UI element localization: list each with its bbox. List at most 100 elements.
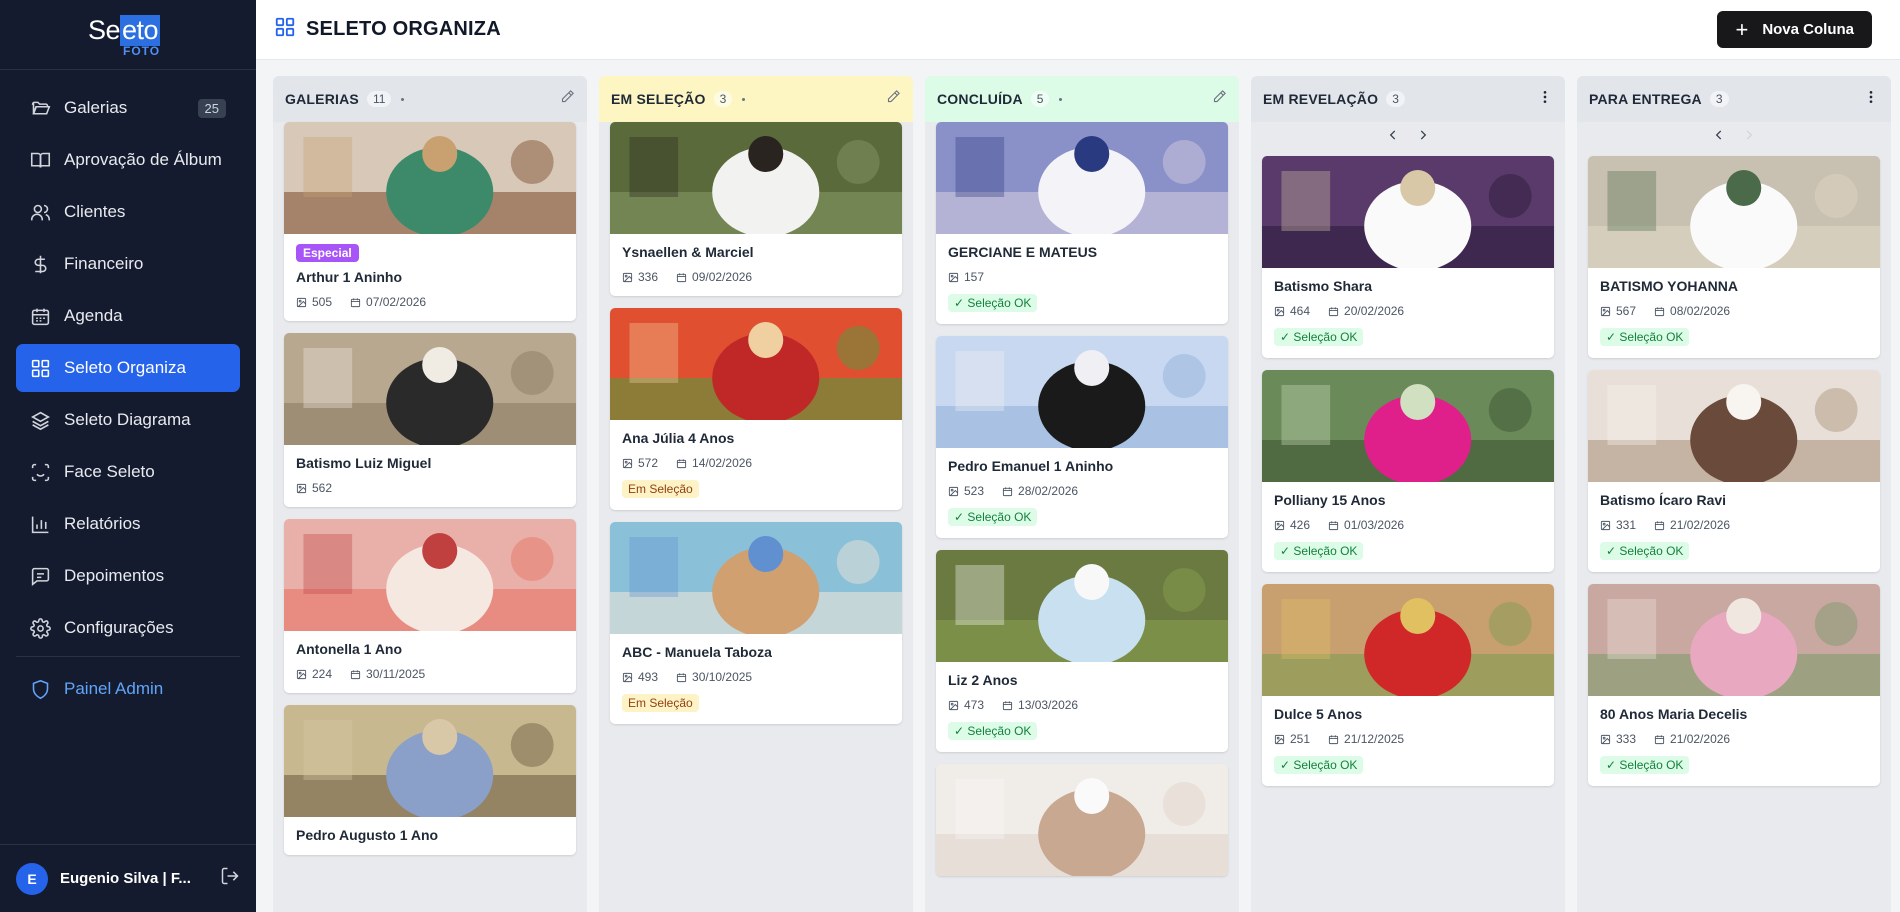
new-column-button[interactable]: + Nova Coluna xyxy=(1717,11,1872,48)
check-icon: ✓ xyxy=(1606,758,1620,772)
image-icon xyxy=(296,297,307,307)
card-date: 21/02/2026 xyxy=(1670,732,1731,746)
sidebar-item-relatorios[interactable]: Relatórios xyxy=(16,500,240,548)
new-column-label: Nova Coluna xyxy=(1762,21,1854,38)
sidebar-item-financeiro[interactable]: Financeiro xyxy=(16,240,240,288)
gallery-card[interactable]: Pedro Emanuel 1 Aninho 523 28/02/2026 ✓ Sel… xyxy=(936,336,1228,538)
gallery-card[interactable]: GERCIANE E MATEUS 157 ✓ Seleção OK xyxy=(936,122,1228,324)
check-icon: ✓ xyxy=(1280,330,1294,344)
card-body: Polliany 15 Anos 426 01/03/2026 ✓ Seleção O… xyxy=(1262,482,1554,572)
card-title: BATISMO YOHANNA xyxy=(1600,278,1738,294)
sidebar-item-agenda[interactable]: Agenda xyxy=(16,292,240,340)
image-icon xyxy=(622,458,633,468)
calendar-icon xyxy=(350,669,361,679)
column-count: 3 xyxy=(713,91,733,107)
status-badge: Em Seleção xyxy=(622,694,699,712)
gallery-card[interactable]: BATISMO YOHANNA 567 08/02/2026 ✓ Seleção OK xyxy=(1588,156,1880,358)
card-thumbnail xyxy=(1588,370,1880,482)
gallery-card[interactable]: 80 Anos Maria Decelis 333 21/02/2026 ✓ Sele… xyxy=(1588,584,1880,786)
column-menu-button[interactable] xyxy=(1863,89,1879,110)
column-header[interactable]: EM REVELAÇÃO 3 xyxy=(1251,76,1565,122)
sidebar-item-face-seleto[interactable]: Face Seleto xyxy=(16,448,240,496)
card-body: Ana Júlia 4 Anos 572 14/02/2026 Em Seleção xyxy=(610,420,902,510)
sidebar-item-configuracoes[interactable]: Configurações xyxy=(16,604,240,652)
card-title: Ana Júlia 4 Anos xyxy=(622,430,735,446)
gallery-card[interactable] xyxy=(936,764,1228,876)
sidebar-item-painel-admin[interactable]: Painel Admin xyxy=(16,665,240,713)
status-text: Seleção OK xyxy=(1619,330,1684,344)
column-header[interactable]: EM SELEÇÃO 3 xyxy=(599,76,913,122)
card-thumbnail xyxy=(284,705,576,817)
sidebar-item-depoimentos[interactable]: Depoimentos xyxy=(16,552,240,600)
previous-page-button[interactable] xyxy=(1386,128,1400,147)
column-title: PARA ENTREGA xyxy=(1589,91,1702,107)
card-body: Batismo Ícaro Ravi 331 21/02/2026 ✓ Seleção… xyxy=(1588,482,1880,572)
column-cards: Especial Arthur 1 Aninho 505 07/02/2026 Bati… xyxy=(273,122,587,855)
gallery-card[interactable]: Batismo Ícaro Ravi 331 21/02/2026 ✓ Seleção… xyxy=(1588,370,1880,572)
column-cards: BATISMO YOHANNA 567 08/02/2026 ✓ Seleção OK… xyxy=(1577,156,1891,786)
gallery-card[interactable]: Batismo Shara 464 20/02/2026 ✓ Seleção OK xyxy=(1262,156,1554,358)
next-page-button[interactable] xyxy=(1742,128,1756,147)
app-logo[interactable]: Sel eto FOTO xyxy=(0,0,256,70)
dot-icon xyxy=(401,97,405,101)
card-title: GERCIANE E MATEUS xyxy=(948,244,1098,260)
check-icon: ✓ xyxy=(954,510,968,524)
dot-icon xyxy=(742,97,746,101)
gallery-card[interactable]: Batismo Luiz Miguel 562 xyxy=(284,333,576,507)
gallery-card[interactable]: Dulce 5 Anos 251 21/12/2025 ✓ Seleção OK xyxy=(1262,584,1554,786)
image-icon xyxy=(948,486,959,496)
card-thumbnail xyxy=(936,336,1228,448)
sidebar-item-clientes[interactable]: Clientes xyxy=(16,188,240,236)
gallery-card[interactable]: Pedro Augusto 1 Ano xyxy=(284,705,576,855)
card-meta: 426 01/03/2026 xyxy=(1274,518,1542,532)
gallery-card[interactable]: Ysnaellen & Marciel 336 09/02/2026 xyxy=(610,122,902,296)
gallery-card[interactable]: Ana Júlia 4 Anos 572 14/02/2026 Em Seleção xyxy=(610,308,902,510)
check-icon: ✓ xyxy=(954,296,968,310)
check-icon: ✓ xyxy=(1606,330,1620,344)
calendar-icon xyxy=(676,272,687,282)
column-title: CONCLUÍDA xyxy=(937,91,1023,107)
gallery-card[interactable]: Liz 2 Anos 473 13/03/2026 ✓ Seleção OK xyxy=(936,550,1228,752)
status-text: Seleção OK xyxy=(1619,758,1684,772)
card-thumbnail xyxy=(1588,156,1880,268)
card-meta: 505 07/02/2026 xyxy=(296,295,564,309)
status-badge: Em Seleção xyxy=(622,480,699,498)
edit-column-button[interactable] xyxy=(1212,89,1227,109)
logo-text-highlight: eto xyxy=(120,14,161,46)
column-pager xyxy=(1251,118,1565,156)
calendar-icon xyxy=(1002,486,1013,496)
logout-icon xyxy=(221,867,239,885)
gallery-photo xyxy=(610,308,902,420)
edit-column-button[interactable] xyxy=(886,89,901,109)
photo-count: 505 xyxy=(312,295,333,309)
column-header[interactable]: CONCLUÍDA 5 xyxy=(925,76,1239,122)
user-profile[interactable]: E Eugenio Silva | F... xyxy=(0,844,256,912)
image-icon xyxy=(296,669,307,679)
image-icon xyxy=(622,672,633,682)
sidebar-item-galerias[interactable]: Galerias 25 xyxy=(16,84,240,132)
gallery-card[interactable]: ABC - Manuela Taboza 493 30/10/2025 Em Sele… xyxy=(610,522,902,724)
logout-button[interactable] xyxy=(220,866,240,891)
column-header[interactable]: GALERIAS 11 xyxy=(273,76,587,122)
column-menu-button[interactable] xyxy=(1537,89,1553,110)
galerias-count-badge: 25 xyxy=(197,98,226,118)
sidebar-item-label: Face Seleto xyxy=(64,462,155,481)
next-page-button[interactable] xyxy=(1416,128,1430,147)
gallery-card[interactable]: Polliany 15 Anos 426 01/03/2026 ✓ Seleção O… xyxy=(1262,370,1554,572)
column-header[interactable]: PARA ENTREGA 3 xyxy=(1577,76,1891,122)
sidebar-item-label: Configurações xyxy=(64,618,174,637)
sidebar-item-seleto-organiza[interactable]: Seleto Organiza xyxy=(16,344,240,392)
sidebar-item-seleto-diagrama[interactable]: Seleto Diagrama xyxy=(16,396,240,444)
user-name: Eugenio Silva | F... xyxy=(60,870,191,887)
edit-column-button[interactable] xyxy=(560,89,575,109)
sidebar-item-aprovacao-album[interactable]: Aprovação de Álbum xyxy=(16,136,240,184)
column-cards: GERCIANE E MATEUS 157 ✓ Seleção OK Pedro Em… xyxy=(925,122,1239,876)
image-icon xyxy=(622,272,633,282)
previous-page-button[interactable] xyxy=(1712,128,1726,147)
gallery-card[interactable]: Especial Arthur 1 Aninho 505 07/02/2026 xyxy=(284,122,576,321)
gallery-card[interactable]: Antonella 1 Ano 224 30/11/2025 xyxy=(284,519,576,693)
card-thumbnail xyxy=(936,550,1228,662)
card-meta: 336 09/02/2026 xyxy=(622,270,890,284)
sidebar-item-label: Seleto Organiza xyxy=(64,358,186,377)
plus-icon: + xyxy=(1735,16,1749,42)
